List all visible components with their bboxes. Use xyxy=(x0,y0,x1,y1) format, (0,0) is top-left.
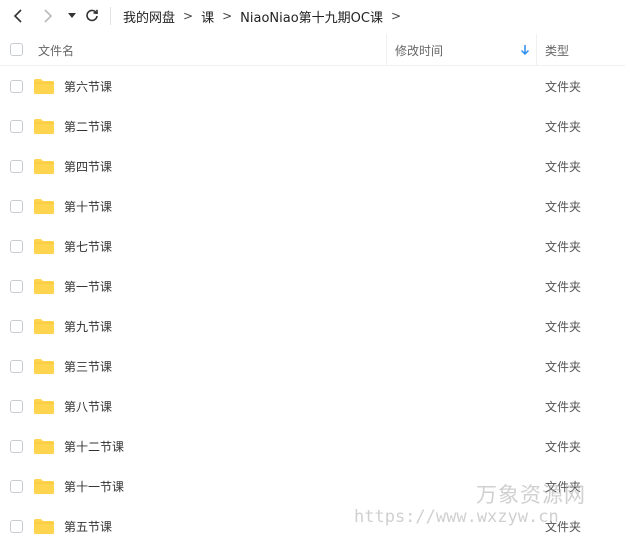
toolbar-divider xyxy=(110,7,111,25)
row-checkbox[interactable] xyxy=(10,400,23,413)
row-checkbox[interactable] xyxy=(10,120,23,133)
breadcrumb: 我的网盘 > 课 > NiaoNiao第十九期OC课 > xyxy=(123,0,409,32)
file-list-header: 文件名 修改时间 类型 xyxy=(0,34,625,66)
folder-icon xyxy=(34,399,54,414)
folder-icon xyxy=(34,279,54,294)
file-name[interactable]: 第九节课 xyxy=(64,306,112,346)
folder-icon xyxy=(34,159,54,174)
sort-desc-icon[interactable] xyxy=(520,34,530,66)
file-row[interactable]: 第八节课 文件夹 xyxy=(0,386,625,426)
row-checkbox[interactable] xyxy=(10,240,23,253)
row-checkbox[interactable] xyxy=(10,80,23,93)
row-checkbox[interactable] xyxy=(10,200,23,213)
file-row[interactable]: 第五节课 文件夹 xyxy=(0,506,625,546)
file-name[interactable]: 第六节课 xyxy=(64,66,112,106)
file-name[interactable]: 第七节课 xyxy=(64,226,112,266)
column-header-type[interactable]: 类型 xyxy=(545,34,569,66)
refresh-icon xyxy=(86,9,98,22)
row-checkbox[interactable] xyxy=(10,280,23,293)
file-name[interactable]: 第四节课 xyxy=(64,146,112,186)
caret-down-icon xyxy=(68,13,76,18)
file-type: 文件夹 xyxy=(545,319,582,334)
file-name[interactable]: 第二节课 xyxy=(64,106,112,146)
file-type: 文件夹 xyxy=(545,199,582,214)
row-checkbox[interactable] xyxy=(10,320,23,333)
file-type: 文件夹 xyxy=(545,119,582,134)
folder-icon xyxy=(34,439,54,454)
row-checkbox[interactable] xyxy=(10,160,23,173)
folder-icon xyxy=(34,119,54,134)
back-button[interactable] xyxy=(8,6,28,26)
file-type: 文件夹 xyxy=(545,479,582,494)
file-name[interactable]: 第十一节课 xyxy=(64,466,124,506)
file-row[interactable]: 第七节课 文件夹 xyxy=(0,226,625,266)
folder-icon xyxy=(34,199,54,214)
file-row[interactable]: 第九节课 文件夹 xyxy=(0,306,625,346)
history-dropdown-button[interactable] xyxy=(62,6,82,26)
row-checkbox[interactable] xyxy=(10,440,23,453)
column-header-name[interactable]: 文件名 xyxy=(38,34,74,66)
file-row[interactable]: 第十二节课 文件夹 xyxy=(0,426,625,466)
row-checkbox[interactable] xyxy=(10,480,23,493)
file-type: 文件夹 xyxy=(545,279,582,294)
file-name[interactable]: 第十二节课 xyxy=(64,426,124,466)
folder-icon xyxy=(34,239,54,254)
select-all-checkbox[interactable] xyxy=(10,43,23,56)
file-type: 文件夹 xyxy=(545,239,582,254)
folder-icon xyxy=(34,519,54,534)
forward-button[interactable] xyxy=(38,6,58,26)
breadcrumb-separator: > xyxy=(390,9,402,23)
file-name[interactable]: 第八节课 xyxy=(64,386,112,426)
file-row[interactable]: 第十一节课 文件夹 xyxy=(0,466,625,506)
file-name[interactable]: 第五节课 xyxy=(64,506,112,546)
file-row[interactable]: 第六节课 文件夹 xyxy=(0,66,625,106)
folder-icon xyxy=(34,319,54,334)
row-checkbox[interactable] xyxy=(10,520,23,533)
file-row[interactable]: 第二节课 文件夹 xyxy=(0,106,625,146)
file-type: 文件夹 xyxy=(545,359,582,374)
file-type: 文件夹 xyxy=(545,399,582,414)
column-divider[interactable] xyxy=(536,34,537,66)
file-type: 文件夹 xyxy=(545,79,582,94)
breadcrumb-item-current[interactable]: NiaoNiao第十九期OC课 xyxy=(240,7,383,26)
file-row[interactable]: 第三节课 文件夹 xyxy=(0,346,625,386)
file-type: 文件夹 xyxy=(545,519,582,534)
file-name[interactable]: 第十节课 xyxy=(64,186,112,226)
file-name[interactable]: 第一节课 xyxy=(64,266,112,306)
file-row[interactable]: 第一节课 文件夹 xyxy=(0,266,625,306)
folder-icon xyxy=(34,479,54,494)
breadcrumb-separator: > xyxy=(183,9,194,23)
chevron-left-icon xyxy=(13,9,22,23)
file-type: 文件夹 xyxy=(545,439,582,454)
breadcrumb-item-course[interactable]: 课 xyxy=(201,7,214,26)
file-row[interactable]: 第十节课 文件夹 xyxy=(0,186,625,226)
file-name[interactable]: 第三节课 xyxy=(64,346,112,386)
column-divider[interactable] xyxy=(386,34,387,66)
file-type: 文件夹 xyxy=(545,159,582,174)
folder-icon xyxy=(34,79,54,94)
breadcrumb-separator: > xyxy=(222,9,233,23)
file-row[interactable]: 第四节课 文件夹 xyxy=(0,146,625,186)
folder-icon xyxy=(34,359,54,374)
toolbar: 我的网盘 > 课 > NiaoNiao第十九期OC课 > xyxy=(0,0,625,32)
chevron-right-icon xyxy=(44,9,53,23)
column-header-modified[interactable]: 修改时间 xyxy=(395,34,443,66)
refresh-button[interactable] xyxy=(82,6,102,26)
breadcrumb-item-root[interactable]: 我的网盘 xyxy=(123,7,175,26)
row-checkbox[interactable] xyxy=(10,360,23,373)
